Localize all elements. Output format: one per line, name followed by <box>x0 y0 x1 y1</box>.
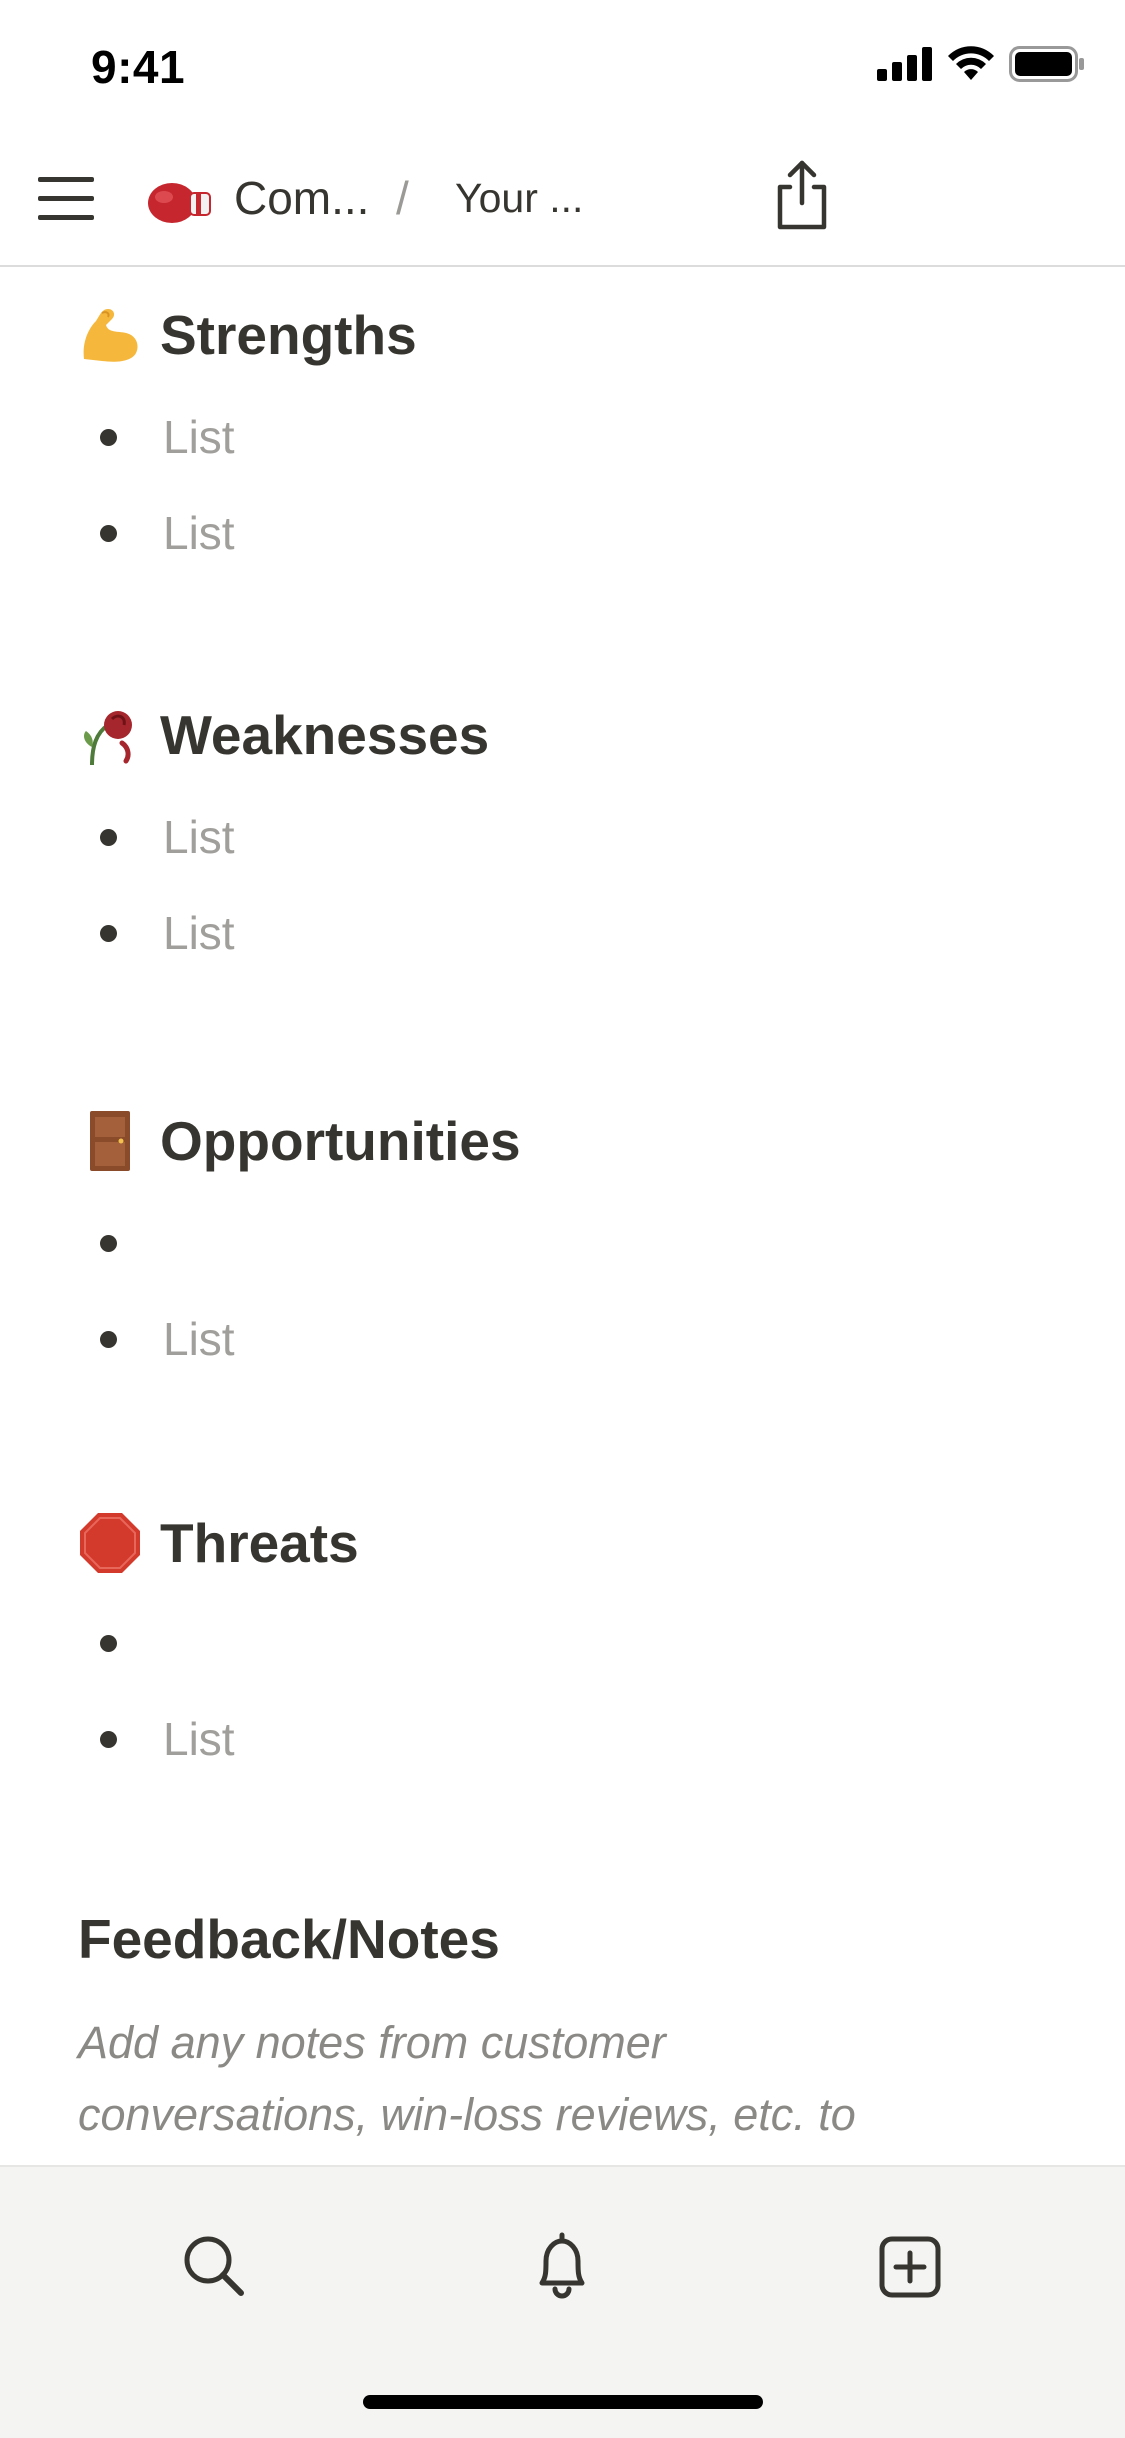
list-item[interactable]: List <box>100 407 235 467</box>
list-item[interactable]: List <box>100 807 235 867</box>
door-icon <box>90 1111 130 1171</box>
status-bar: 9:41 <box>0 0 1125 135</box>
add-page-icon[interactable] <box>870 2227 950 2307</box>
list-item[interactable]: List <box>100 1709 235 1769</box>
bullet-icon <box>100 428 117 446</box>
section-heading-opportunities[interactable]: Opportunities <box>78 1109 521 1173</box>
search-icon[interactable] <box>175 2227 255 2307</box>
section-title: Strengths <box>160 304 417 366</box>
bell-icon[interactable] <box>522 2227 602 2307</box>
boxing-glove-icon <box>148 183 211 223</box>
battery-icon <box>1009 46 1084 82</box>
status-icons <box>877 46 1085 82</box>
bullet-icon <box>100 1234 117 1252</box>
section-title: Threats <box>160 1512 359 1574</box>
notes-line: conversations, win-loss reviews, etc. to <box>78 2089 856 2140</box>
list-item[interactable]: List <box>100 1309 235 1369</box>
list-item-text: List <box>163 811 235 863</box>
wilted-rose-icon <box>84 711 132 766</box>
notes-line: Add any notes from customer <box>78 2017 666 2068</box>
feedback-notes[interactable]: Add any notes from customer conversation… <box>78 2007 1058 2151</box>
list-item[interactable]: List <box>100 903 235 963</box>
nav-bar: Com... / Your ... <box>0 135 1125 267</box>
bullet-icon <box>100 524 117 542</box>
section-heading-strengths[interactable]: Strengths <box>78 303 417 367</box>
list-item-text: List <box>163 1313 235 1365</box>
list-item[interactable]: List <box>100 503 235 563</box>
flexed-biceps-icon <box>83 309 138 362</box>
cellular-signal-icon <box>877 47 932 81</box>
feedback-heading[interactable]: Feedback/Notes <box>78 1907 500 1971</box>
bullet-icon <box>100 1634 117 1652</box>
list-item-text: List <box>163 1713 235 1765</box>
list-item[interactable] <box>100 1213 163 1273</box>
list-item[interactable] <box>100 1613 163 1673</box>
list-item-text: List <box>163 507 235 559</box>
section-title: Opportunities <box>160 1110 521 1172</box>
share-icon[interactable] <box>772 159 832 231</box>
bullet-icon <box>100 924 117 942</box>
wifi-icon <box>948 46 994 80</box>
bullet-icon <box>100 1330 117 1348</box>
breadcrumb-separator: / <box>396 172 409 224</box>
section-heading-weaknesses[interactable]: Weaknesses <box>78 703 489 767</box>
stop-sign-icon <box>80 1513 140 1573</box>
status-time: 9:41 <box>91 41 186 93</box>
breadcrumb-parent[interactable]: Com... <box>234 171 369 225</box>
menu-icon[interactable] <box>38 175 94 223</box>
list-item-text: List <box>163 411 235 463</box>
section-title: Weaknesses <box>160 704 490 766</box>
bullet-icon <box>100 828 117 846</box>
page-content: Strengths List List Weaknesses List List <box>0 267 1125 2165</box>
list-item-text: List <box>163 907 235 959</box>
bullet-icon <box>100 1730 117 1748</box>
breadcrumb-current[interactable]: Your ... <box>455 175 583 222</box>
home-indicator[interactable] <box>363 2395 763 2409</box>
section-heading-threats[interactable]: Threats <box>78 1511 359 1575</box>
section-title: Feedback/Notes <box>78 1908 500 1970</box>
